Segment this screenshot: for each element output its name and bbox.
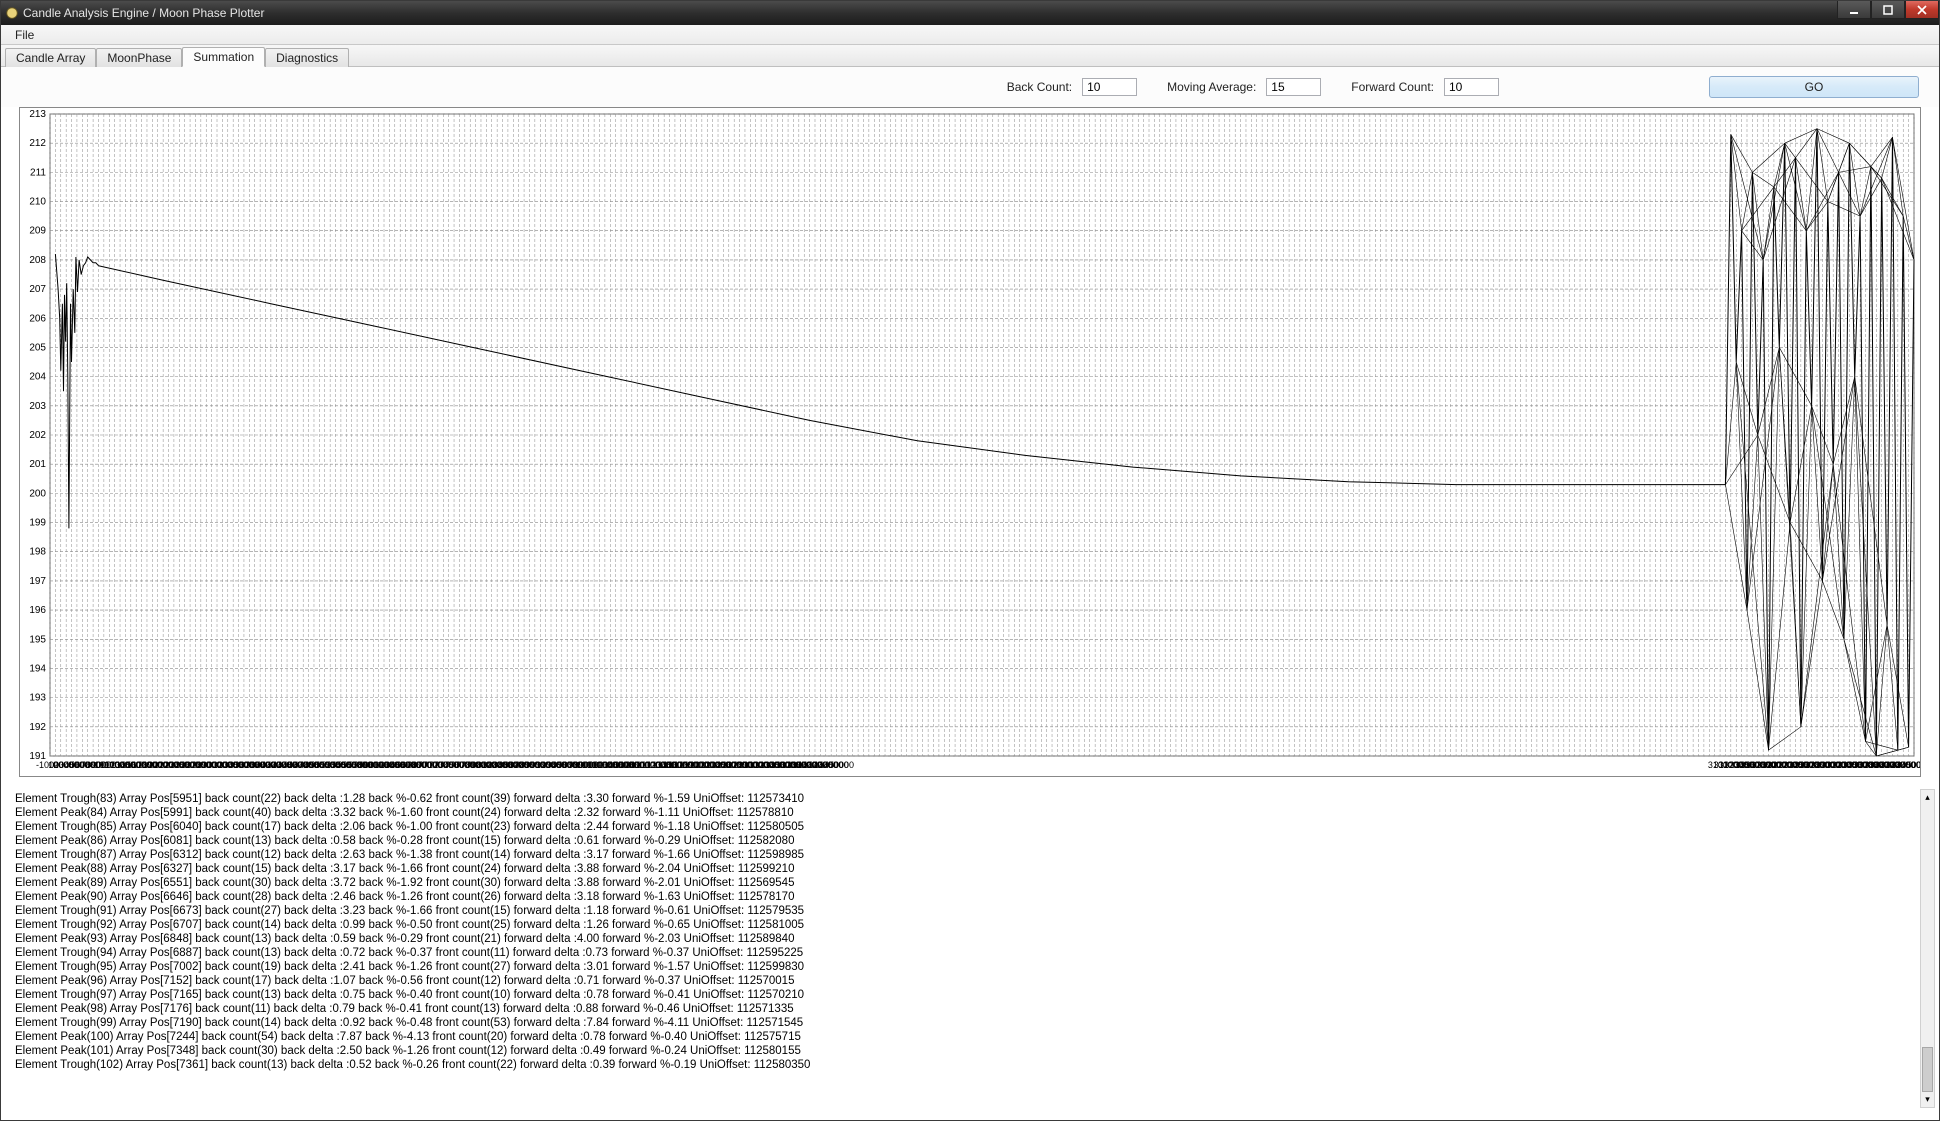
log-line: Element Trough(99) Array Pos[7190] back … bbox=[15, 1016, 1915, 1030]
log-line: Element Trough(91) Array Pos[6673] back … bbox=[15, 904, 1915, 918]
x-tick-label: 1450000 bbox=[819, 760, 854, 770]
y-tick-label: 201 bbox=[29, 459, 46, 470]
log-line: Element Peak(88) Array Pos[6327] back co… bbox=[15, 862, 1915, 876]
y-tick-label: 192 bbox=[29, 722, 46, 733]
minimize-button[interactable] bbox=[1837, 1, 1871, 19]
log-line: Element Peak(86) Array Pos[6081] back co… bbox=[15, 834, 1915, 848]
tab-summation[interactable]: Summation bbox=[182, 47, 265, 67]
log-line: Element Peak(98) Array Pos[7176] back co… bbox=[15, 1002, 1915, 1016]
titlebar[interactable]: Candle Analysis Engine / Moon Phase Plot… bbox=[1, 1, 1939, 25]
y-tick-label: 196 bbox=[29, 605, 46, 616]
chart-svg: 1911921931941951961971981992002012022032… bbox=[20, 108, 1920, 776]
y-tick-label: 198 bbox=[29, 547, 46, 558]
y-tick-label: 204 bbox=[29, 372, 46, 383]
back-count-label: Back Count: bbox=[1007, 80, 1072, 94]
log-line: Element Peak(100) Array Pos[7244] back c… bbox=[15, 1030, 1915, 1044]
menubar: File bbox=[1, 25, 1939, 45]
log-line: Element Peak(89) Array Pos[6551] back co… bbox=[15, 876, 1915, 890]
moving-average-label: Moving Average: bbox=[1167, 80, 1256, 94]
y-tick-label: 194 bbox=[29, 663, 46, 674]
y-tick-label: 205 bbox=[29, 342, 46, 353]
log-line: Element Peak(90) Array Pos[6646] back co… bbox=[15, 890, 1915, 904]
tab-diagnostics[interactable]: Diagnostics bbox=[265, 48, 349, 67]
go-button[interactable]: GO bbox=[1709, 76, 1919, 98]
y-tick-label: 202 bbox=[29, 430, 46, 441]
log-line: Element Trough(83) Array Pos[5951] back … bbox=[15, 792, 1915, 806]
scroll-up-icon[interactable]: ▴ bbox=[1921, 790, 1934, 805]
y-tick-label: 200 bbox=[29, 488, 46, 499]
moving-average-input[interactable] bbox=[1266, 78, 1321, 96]
log-line: Element Trough(92) Array Pos[6707] back … bbox=[15, 918, 1915, 932]
log-line: Element Peak(96) Array Pos[7152] back co… bbox=[15, 974, 1915, 988]
log-line: Element Peak(101) Array Pos[7348] back c… bbox=[15, 1044, 1915, 1058]
y-tick-label: 199 bbox=[29, 518, 46, 529]
y-tick-label: 210 bbox=[29, 197, 46, 208]
y-tick-label: 193 bbox=[29, 693, 46, 704]
chart-area[interactable]: 1911921931941951961971981992002012022032… bbox=[19, 107, 1921, 777]
window-title: Candle Analysis Engine / Moon Phase Plot… bbox=[23, 6, 264, 20]
y-tick-label: 195 bbox=[29, 634, 46, 645]
y-tick-label: 197 bbox=[29, 576, 46, 587]
log-line: Element Peak(93) Array Pos[6848] back co… bbox=[15, 932, 1915, 946]
log-scrollbar[interactable]: ▴ ▾ bbox=[1920, 789, 1935, 1108]
forward-count-input[interactable] bbox=[1444, 78, 1499, 96]
app-icon bbox=[5, 6, 19, 20]
log-line: Element Trough(97) Array Pos[7165] back … bbox=[15, 988, 1915, 1002]
tab-moonphase[interactable]: MoonPhase bbox=[96, 48, 182, 67]
y-tick-label: 209 bbox=[29, 226, 46, 237]
log-line: Element Trough(95) Array Pos[7002] back … bbox=[15, 960, 1915, 974]
controls-row: Back Count: Moving Average: Forward Coun… bbox=[1, 67, 1939, 107]
log-line: Element Peak(84) Array Pos[5991] back co… bbox=[15, 806, 1915, 820]
y-tick-label: 208 bbox=[29, 255, 46, 266]
y-tick-label: 206 bbox=[29, 313, 46, 324]
tabstrip: Candle ArrayMoonPhaseSummationDiagnostic… bbox=[1, 45, 1939, 67]
log-line: Element Trough(85) Array Pos[6040] back … bbox=[15, 820, 1915, 834]
forward-count-label: Forward Count: bbox=[1351, 80, 1434, 94]
main-window: Candle Analysis Engine / Moon Phase Plot… bbox=[0, 0, 1940, 1121]
menu-file[interactable]: File bbox=[7, 27, 42, 43]
back-count-input[interactable] bbox=[1082, 78, 1137, 96]
log-panel[interactable]: Element Trough(83) Array Pos[5951] back … bbox=[11, 789, 1919, 1108]
y-tick-label: 207 bbox=[29, 284, 46, 295]
x-tick-label: 3450000 bbox=[1896, 760, 1920, 770]
log-line: Element Trough(94) Array Pos[6887] back … bbox=[15, 946, 1915, 960]
y-tick-label: 211 bbox=[30, 167, 46, 178]
scroll-down-icon[interactable]: ▾ bbox=[1921, 1092, 1934, 1107]
y-tick-label: 213 bbox=[29, 109, 46, 120]
scroll-thumb[interactable] bbox=[1922, 1047, 1933, 1092]
close-button[interactable] bbox=[1905, 1, 1939, 19]
y-tick-label: 212 bbox=[29, 138, 46, 149]
y-tick-label: 203 bbox=[29, 401, 46, 412]
log-line: Element Trough(87) Array Pos[6312] back … bbox=[15, 848, 1915, 862]
maximize-button[interactable] bbox=[1871, 1, 1905, 19]
log-line: Element Trough(102) Array Pos[7361] back… bbox=[15, 1058, 1915, 1072]
tab-candle-array[interactable]: Candle Array bbox=[5, 48, 96, 67]
